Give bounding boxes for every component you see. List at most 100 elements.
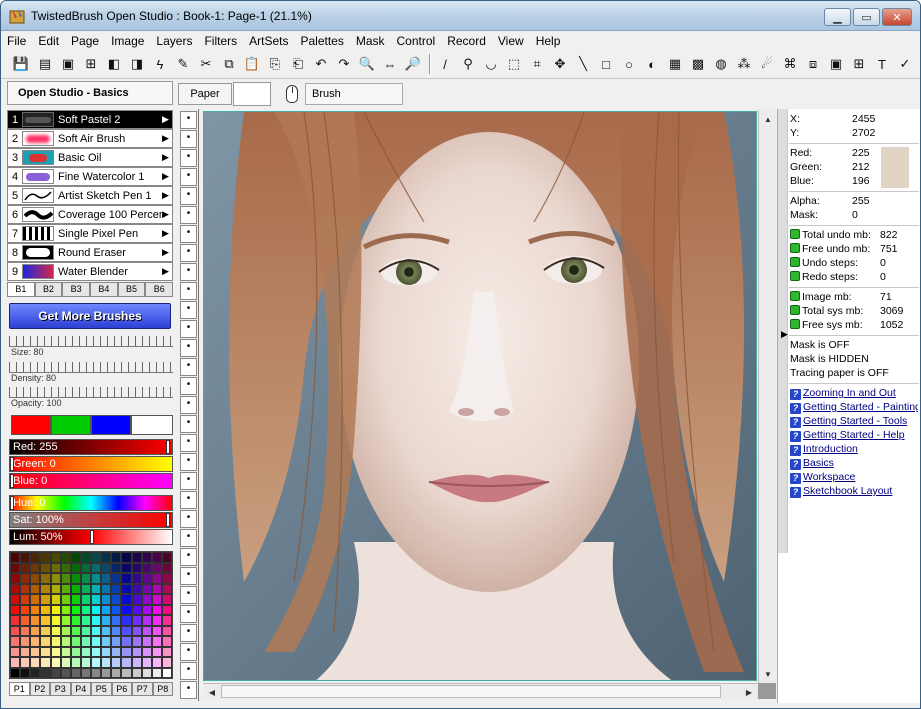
brush-tab-b4[interactable]: B4: [90, 282, 118, 297]
palette-cell[interactable]: [70, 636, 81, 647]
page-prev-icon[interactable]: ◧: [104, 54, 124, 74]
palette-cell[interactable]: [10, 583, 21, 594]
palette-cell[interactable]: [80, 573, 91, 584]
palette-cell[interactable]: [141, 636, 152, 647]
palette-cell[interactable]: [141, 583, 152, 594]
palette-cell[interactable]: [111, 646, 122, 657]
blue-slider[interactable]: Blue: 0: [9, 473, 173, 489]
color-palette[interactable]: [9, 551, 173, 679]
brush-arrow-icon[interactable]: ▶: [162, 152, 172, 163]
palette-cell[interactable]: [10, 573, 21, 584]
palette-cell[interactable]: [10, 667, 21, 678]
palette-cell[interactable]: [20, 625, 31, 636]
palette-cell[interactable]: [30, 646, 41, 657]
strip-slot[interactable]: •: [180, 320, 197, 338]
strip-slot[interactable]: •: [180, 149, 197, 167]
palette-cell[interactable]: [131, 636, 142, 647]
palette-cell[interactable]: [80, 615, 91, 626]
palette-cell[interactable]: [121, 583, 132, 594]
strip-slot[interactable]: •: [180, 586, 197, 604]
palette-cell[interactable]: [50, 636, 61, 647]
palette-cell[interactable]: [70, 583, 81, 594]
palette-cell[interactable]: [161, 594, 172, 605]
help-link[interactable]: ? Introduction: [790, 443, 918, 456]
palette-cell[interactable]: [101, 552, 112, 563]
maximize-button[interactable]: ▭: [853, 8, 880, 26]
book-icon[interactable]: ▤: [35, 54, 55, 74]
help-link[interactable]: ? Basics: [790, 457, 918, 470]
density-slider[interactable]: Density: 80: [9, 362, 173, 383]
scroll-thumb[interactable]: [221, 685, 721, 698]
strip-slot[interactable]: •: [180, 434, 197, 452]
stamp-icon[interactable]: ⌘: [780, 54, 800, 74]
palette-cell[interactable]: [161, 636, 172, 647]
palette-cell[interactable]: [70, 625, 81, 636]
brush-tab-b3[interactable]: B3: [62, 282, 91, 297]
strip-slot[interactable]: •: [180, 168, 197, 186]
palette-tab-p3[interactable]: P3: [50, 682, 71, 696]
palette-cell[interactable]: [60, 604, 71, 615]
palette-cell[interactable]: [161, 646, 172, 657]
palette-cell[interactable]: [141, 604, 152, 615]
help-link[interactable]: ? Zooming In and Out: [790, 387, 918, 400]
brush-tool-icon[interactable]: /: [435, 54, 455, 74]
palette-cell[interactable]: [151, 573, 162, 584]
save-icon[interactable]: 💾: [11, 54, 31, 74]
red-slider[interactable]: Red: 255: [9, 439, 173, 455]
palette-cell[interactable]: [30, 562, 41, 573]
palette-cell[interactable]: [131, 594, 142, 605]
zoom-fit-icon[interactable]: ⇔: [380, 54, 400, 74]
brush-arrow-icon[interactable]: ▶: [162, 209, 172, 220]
page-new-icon[interactable]: ▣: [58, 54, 78, 74]
palette-cell[interactable]: [121, 646, 132, 657]
palette-cell[interactable]: [30, 604, 41, 615]
menu-layers[interactable]: Layers: [150, 34, 198, 48]
palette-cell[interactable]: [70, 562, 81, 573]
strip-slot[interactable]: •: [180, 282, 197, 300]
palette-cell[interactable]: [30, 552, 41, 563]
palette-cell[interactable]: [111, 562, 122, 573]
strip-slot[interactable]: •: [180, 244, 197, 262]
palette-cell[interactable]: [50, 573, 61, 584]
palette-cell[interactable]: [111, 552, 122, 563]
brush-arrow-icon[interactable]: ▶: [162, 171, 172, 182]
camera-icon[interactable]: ▣: [826, 54, 846, 74]
shapes-icon[interactable]: ✓: [895, 54, 915, 74]
brush-arrow-icon[interactable]: ▶: [162, 114, 172, 125]
strip-slot[interactable]: •: [180, 510, 197, 528]
palette-cell[interactable]: [141, 667, 152, 678]
palette-cell[interactable]: [91, 646, 102, 657]
expand-arrow-icon[interactable]: ▶: [781, 329, 788, 340]
palette-cell[interactable]: [20, 615, 31, 626]
palette-cell[interactable]: [20, 646, 31, 657]
palette-cell[interactable]: [60, 657, 71, 668]
brush-item-2[interactable]: 2 Soft Air Brush ▶: [7, 129, 173, 148]
close-button[interactable]: ✕: [882, 8, 912, 26]
palette-cell[interactable]: [161, 604, 172, 615]
palette-cell[interactable]: [151, 562, 162, 573]
palette-cell[interactable]: [131, 552, 142, 563]
palette-tab-p5[interactable]: P5: [91, 682, 112, 696]
palette-cell[interactable]: [131, 583, 142, 594]
hue-slider[interactable]: Hue: 0: [9, 495, 173, 511]
brush-item-8[interactable]: 8 Round Eraser ▶: [7, 243, 173, 262]
green-slider[interactable]: Green: 0: [9, 456, 173, 472]
bucket-icon[interactable]: ◡: [481, 54, 501, 74]
brush-item-5[interactable]: 5 Artist Sketch Pen 1 ▶: [7, 186, 173, 205]
palette-cell[interactable]: [101, 636, 112, 647]
palette-cell[interactable]: [91, 573, 102, 584]
palette-cell[interactable]: [91, 615, 102, 626]
palette-cell[interactable]: [151, 667, 162, 678]
help-link[interactable]: ? Getting Started - Help: [790, 429, 918, 442]
strip-slot[interactable]: •: [180, 301, 197, 319]
strip-slot[interactable]: •: [180, 567, 197, 585]
palette-cell[interactable]: [131, 646, 142, 657]
palette-cell[interactable]: [50, 562, 61, 573]
strip-slot[interactable]: •: [180, 548, 197, 566]
palette-cell[interactable]: [111, 625, 122, 636]
palette-tab-p6[interactable]: P6: [111, 682, 132, 696]
palette-cell[interactable]: [151, 636, 162, 647]
palette-cell[interactable]: [151, 594, 162, 605]
color-swatch-green[interactable]: [51, 415, 91, 435]
palette-cell[interactable]: [50, 604, 61, 615]
